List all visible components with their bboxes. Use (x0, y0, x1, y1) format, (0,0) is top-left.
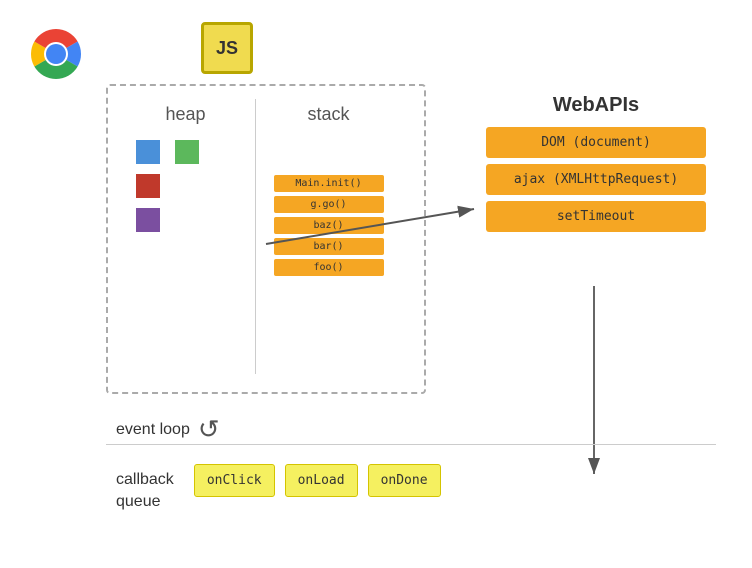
webapis-title: WebAPIs (486, 94, 706, 117)
callback-onclick: onClick (194, 464, 275, 497)
callback-ondone: onDone (368, 464, 441, 497)
square-green (175, 140, 199, 164)
heap-stack-container: heap stack Main.init() g.go() baz() (116, 99, 411, 374)
webapis-section: WebAPIs DOM (document) ajax (XMLHttpRequ… (486, 94, 706, 238)
stack-frame-2: baz() (274, 217, 384, 234)
event-loop-label: event loop (116, 421, 190, 439)
heap-squares (121, 135, 250, 237)
loop-icon: ↺ (198, 414, 230, 446)
callback-label: callback queue (116, 464, 174, 514)
square-purple (136, 208, 160, 232)
stack-section: stack Main.init() g.go() baz() bar() foo… (256, 99, 401, 374)
stack-frame-0: Main.init() (274, 175, 384, 192)
callback-label-line2: queue (116, 493, 161, 510)
heap-section: heap (116, 99, 256, 374)
webapi-settimeout: setTimeout (486, 201, 706, 232)
chrome-logo (26, 24, 86, 84)
callback-label-line1: callback (116, 471, 174, 488)
callback-onload: onLoad (285, 464, 358, 497)
webapi-ajax: ajax (XMLHttpRequest) (486, 164, 706, 195)
heap-label: heap (121, 104, 250, 125)
heap-row-2 (136, 174, 235, 198)
event-loop-area: event loop ↺ (116, 414, 230, 446)
stack-frame-3: bar() (274, 238, 384, 255)
js-badge-text: JS (216, 38, 238, 59)
heap-row-3 (136, 208, 235, 232)
heap-row-1 (136, 140, 235, 164)
square-red (136, 174, 160, 198)
js-badge: JS (201, 22, 253, 74)
webapi-dom: DOM (document) (486, 127, 706, 158)
stack-label: stack (307, 104, 349, 125)
stack-frames: Main.init() g.go() baz() bar() foo() (274, 175, 384, 276)
main-container: JS heap stack Main. (16, 14, 736, 554)
stack-frame-1: g.go() (274, 196, 384, 213)
square-blue (136, 140, 160, 164)
callback-items: onClick onLoad onDone (194, 464, 441, 497)
stack-frame-4: foo() (274, 259, 384, 276)
callback-queue-area: callback queue onClick onLoad onDone (116, 464, 441, 514)
